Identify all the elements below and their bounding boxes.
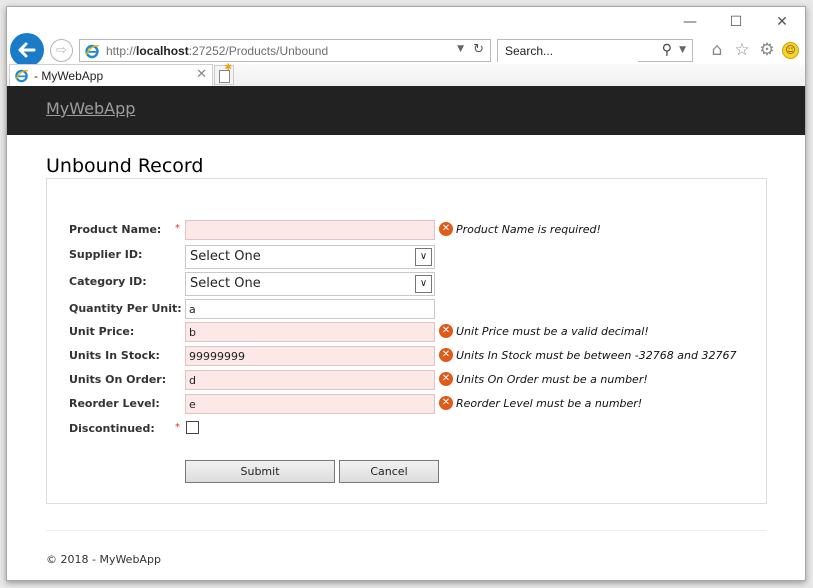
url-text[interactable]: http://localhost:27252/Products/Unbound bbox=[106, 44, 328, 58]
arrow-left-icon bbox=[18, 42, 36, 58]
validation-message: ✕ Unit Price must be a valid decimal! bbox=[439, 324, 649, 338]
field-label: Units On Order: bbox=[69, 373, 167, 386]
cancel-button[interactable]: Cancel bbox=[339, 460, 439, 483]
page-title: Unbound Record bbox=[46, 155, 204, 177]
ie-logo-icon bbox=[15, 69, 29, 83]
required-marker: * bbox=[175, 223, 180, 234]
field-label: Supplier ID: bbox=[69, 248, 143, 261]
window-controls: — ☐ ✕ bbox=[667, 11, 805, 33]
form-row-units-in-stock: Units In Stock: ✕Units In Stock must be … bbox=[47, 346, 766, 368]
unit-price-input[interactable] bbox=[185, 322, 435, 342]
supplier-id-select[interactable]: Select One ∨ bbox=[185, 245, 435, 269]
footer-text: © 2018 - MyWebApp bbox=[46, 553, 161, 566]
validation-message: ✕ Units On Order must be a number! bbox=[439, 372, 648, 386]
tab-strip: - MyWebApp ✕ ✱ bbox=[7, 63, 805, 86]
home-icon[interactable]: ⌂ bbox=[707, 39, 727, 61]
form-row-supplier-id: Supplier ID: Select One ∨ bbox=[47, 245, 766, 269]
field-label: Units In Stock: bbox=[69, 349, 160, 362]
field-label: Category ID: bbox=[69, 275, 147, 288]
error-icon: ✕ bbox=[439, 396, 453, 410]
required-marker: * bbox=[175, 422, 180, 433]
error-text: Units In Stock must be between -32768 an… bbox=[456, 348, 737, 362]
browser-toolbar: ⌂ ☆ ⚙ ☺ bbox=[707, 39, 799, 61]
discontinued-checkbox[interactable] bbox=[186, 421, 199, 434]
form-row-quantity-per-unit: Quantity Per Unit: bbox=[47, 299, 766, 321]
feedback-smiley-icon[interactable]: ☺ bbox=[782, 42, 799, 59]
url-prefix: http:// bbox=[106, 43, 137, 58]
search-dropdown-icon[interactable]: ▼ bbox=[679, 45, 686, 55]
form-row-units-on-order: Units On Order: ✕Units On Order must be … bbox=[47, 370, 766, 392]
navigation-bar: ⇨ http://localhost:27252/Products/Unboun… bbox=[7, 33, 805, 67]
field-label: Quantity Per Unit: bbox=[69, 302, 182, 315]
selected-value: Select One bbox=[190, 276, 261, 291]
error-icon: ✕ bbox=[439, 348, 453, 362]
form-row-product-name: Product Name: * ✕ Product Name is require… bbox=[47, 220, 766, 242]
url-path: :27252/Products/Unbound bbox=[188, 43, 329, 58]
reorder-level-input[interactable] bbox=[185, 394, 435, 414]
selected-value: Select One bbox=[190, 249, 261, 264]
close-tab-icon[interactable]: ✕ bbox=[196, 67, 207, 82]
error-icon: ✕ bbox=[439, 372, 453, 386]
validation-message: ✕ Units In Stock must be between -32768 a… bbox=[439, 348, 736, 362]
favorites-star-icon[interactable]: ☆ bbox=[732, 39, 752, 61]
error-text: Product Name is required! bbox=[456, 222, 601, 236]
brand-link[interactable]: MyWebApp bbox=[46, 99, 135, 118]
units-on-order-input[interactable] bbox=[185, 370, 435, 390]
footer-divider bbox=[46, 530, 767, 531]
validation-message: ✕ Product Name is required! bbox=[439, 222, 601, 236]
maximize-button[interactable]: ☐ bbox=[713, 11, 759, 33]
product-name-input[interactable] bbox=[185, 220, 435, 240]
error-icon: ✕ bbox=[439, 324, 453, 338]
submit-button[interactable]: Submit bbox=[185, 460, 335, 483]
error-text: Reorder Level must be a number! bbox=[456, 396, 643, 410]
field-label: Product Name: bbox=[69, 223, 162, 236]
field-label: Reorder Level: bbox=[69, 397, 160, 410]
back-button[interactable] bbox=[10, 33, 44, 67]
error-text: Unit Price must be a valid decimal! bbox=[456, 324, 649, 338]
refresh-icon[interactable]: ↻ bbox=[473, 42, 484, 57]
tab-title: - MyWebApp bbox=[34, 68, 104, 83]
url-host: localhost bbox=[136, 43, 189, 58]
quantity-per-unit-input[interactable] bbox=[185, 299, 435, 319]
close-window-button[interactable]: ✕ bbox=[759, 11, 805, 33]
page-viewport: MyWebApp Unbound Record Product Name: * … bbox=[7, 86, 805, 580]
address-dropdown-icon[interactable]: ▼ bbox=[457, 44, 464, 54]
chevron-down-icon[interactable]: ∨ bbox=[415, 248, 432, 266]
new-tab-button[interactable]: ✱ bbox=[214, 63, 234, 85]
new-tab-icon: ✱ bbox=[224, 63, 232, 73]
chevron-down-icon[interactable]: ∨ bbox=[415, 275, 432, 293]
category-id-select[interactable]: Select One ∨ bbox=[185, 272, 435, 296]
form-actions: Submit Cancel bbox=[47, 460, 766, 483]
ie-logo-icon bbox=[85, 44, 100, 58]
form-row-unit-price: Unit Price: ✕Unit Price must be a valid … bbox=[47, 322, 766, 344]
forward-button[interactable]: ⇨ bbox=[50, 39, 73, 62]
validation-message: ✕ Reorder Level must be a number! bbox=[439, 396, 642, 410]
error-text: Units On Order must be a number! bbox=[456, 372, 648, 386]
site-navbar: MyWebApp bbox=[7, 86, 805, 135]
address-bar[interactable]: http://localhost:27252/Products/Unbound … bbox=[79, 39, 491, 62]
field-label: Discontinued: bbox=[69, 422, 155, 435]
browser-window: — ☐ ✕ ⇨ http://localhost:27252/Products/… bbox=[6, 6, 806, 581]
gear-icon[interactable]: ⚙ bbox=[757, 39, 777, 61]
product-form: Product Name: * ✕ Product Name is require… bbox=[46, 178, 767, 504]
units-in-stock-input[interactable] bbox=[185, 346, 435, 366]
error-icon: ✕ bbox=[439, 222, 453, 236]
form-row-reorder-level: Reorder Level: ✕Reorder Level must be a … bbox=[47, 394, 766, 416]
search-box[interactable]: ⚲ ▼ bbox=[497, 39, 693, 62]
search-icon[interactable]: ⚲ bbox=[662, 42, 672, 58]
search-input[interactable] bbox=[498, 40, 638, 62]
arrow-right-icon: ⇨ bbox=[56, 43, 67, 58]
minimize-button[interactable]: — bbox=[667, 11, 713, 33]
tab-mywebapp[interactable]: - MyWebApp ✕ bbox=[9, 64, 213, 86]
field-label: Unit Price: bbox=[69, 325, 135, 338]
form-row-category-id: Category ID: Select One ∨ bbox=[47, 272, 766, 296]
form-row-discontinued: Discontinued: * bbox=[47, 419, 766, 441]
